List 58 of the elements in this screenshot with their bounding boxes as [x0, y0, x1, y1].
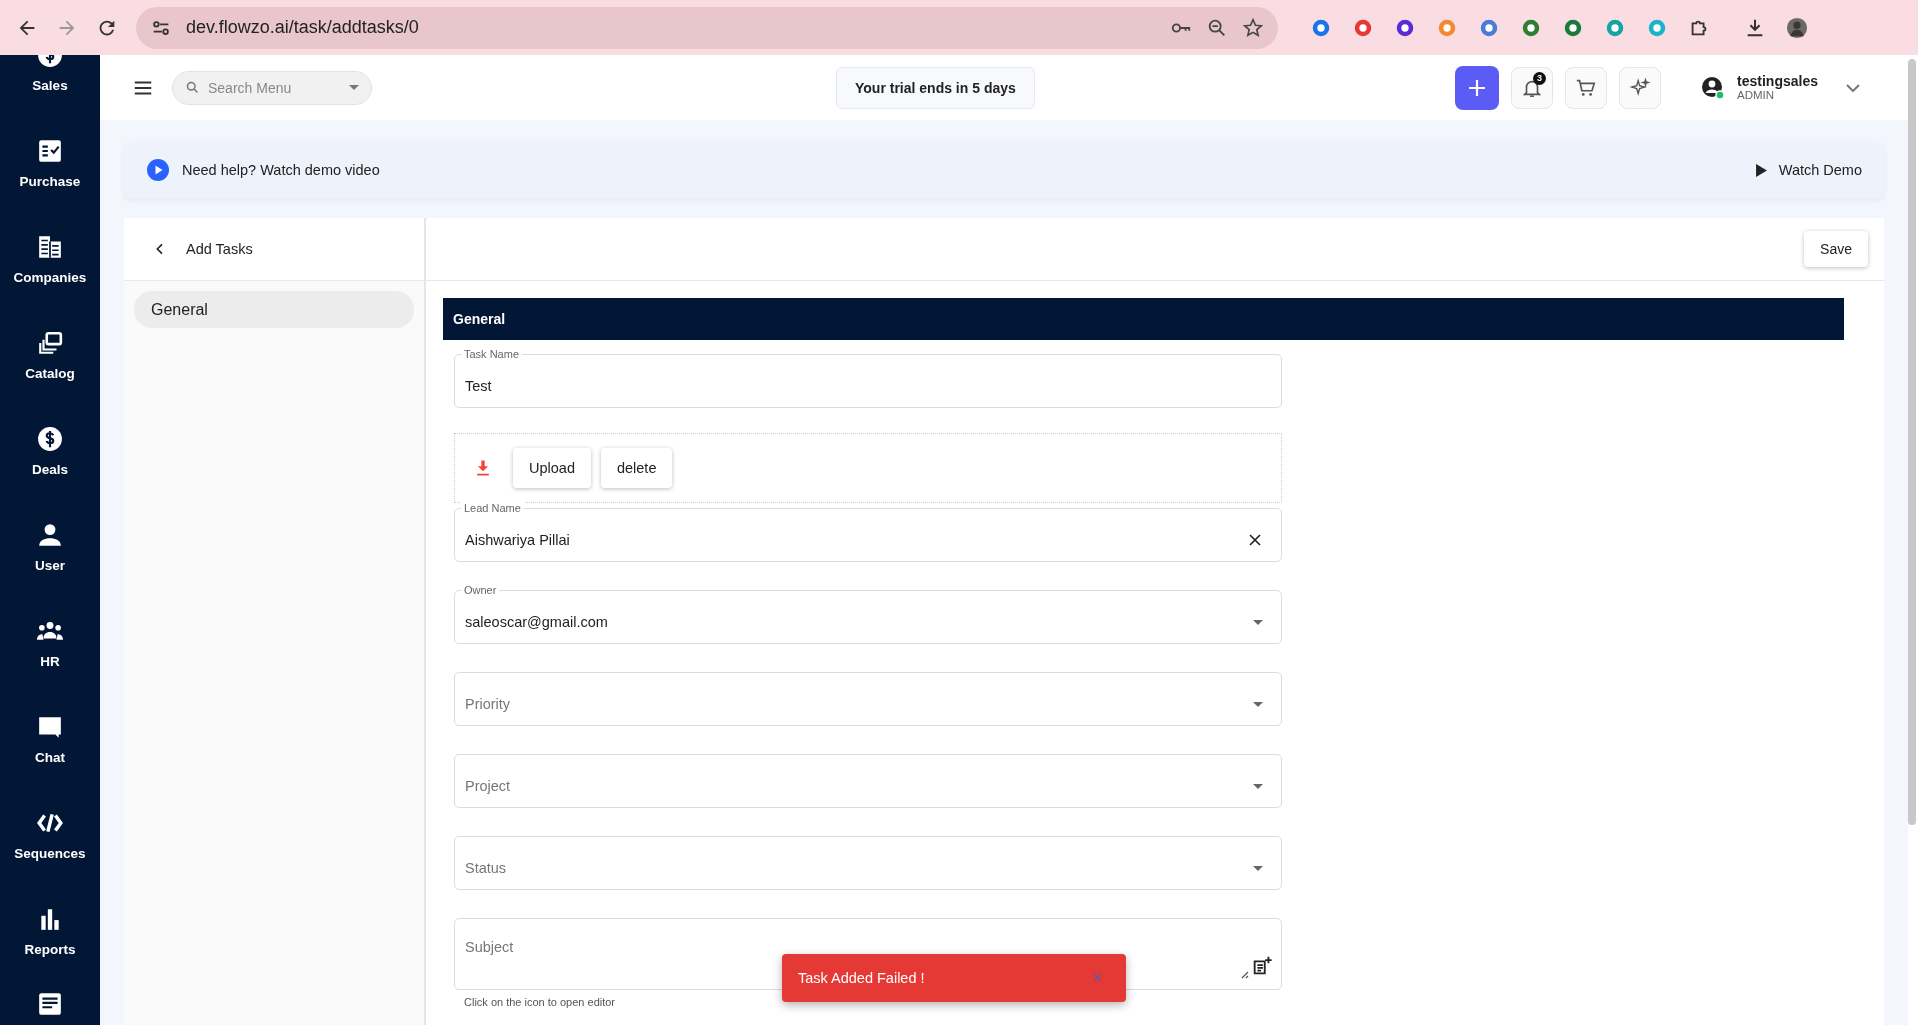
sidebar-item[interactable]: Purchase: [19, 115, 81, 211]
user-name: testingsales: [1737, 74, 1818, 89]
account-icon: [1701, 75, 1726, 100]
sidebar-item[interactable]: Catalog: [25, 307, 75, 403]
document-icon[interactable]: [37, 991, 63, 1017]
select-field[interactable]: Priority: [454, 672, 1282, 726]
save-button[interactable]: Save: [1804, 231, 1868, 267]
back-link[interactable]: Add Tasks: [152, 241, 253, 257]
cart-button[interactable]: [1565, 66, 1608, 109]
windows-icon: [37, 329, 63, 356]
notifications-button[interactable]: 3: [1511, 66, 1554, 109]
profile-avatar-icon[interactable]: [1786, 16, 1808, 39]
field-label: Task Name: [461, 348, 523, 360]
sidebar-item[interactable]: Reports: [24, 883, 76, 979]
person-icon: [37, 521, 63, 548]
sidebar-item[interactable]: User: [35, 499, 65, 595]
help-text: Need help? Watch demo video: [182, 162, 380, 178]
address-bar[interactable]: dev.flowzo.ai/task/addtasks/0: [136, 6, 1278, 49]
toast-message: Task Added Failed !: [798, 970, 926, 986]
watch-demo-button[interactable]: Watch Demo: [1755, 162, 1862, 178]
play-icon: [1755, 163, 1767, 177]
dropdown-caret-icon: [349, 85, 359, 90]
user-menu[interactable]: testingsales ADMIN: [1701, 74, 1860, 101]
select-field[interactable]: Project: [454, 754, 1282, 808]
sidebar-item[interactable]: Deals: [32, 403, 68, 499]
sidebar-item[interactable]: Sales: [32, 55, 68, 115]
scrollbar[interactable]: [1908, 59, 1916, 825]
sidebar-item[interactable]: Companies: [13, 211, 87, 307]
notification-count: 3: [1533, 71, 1547, 85]
field-label: Lead Name: [461, 502, 524, 514]
play-circle-icon[interactable]: [146, 158, 170, 182]
dropdown-caret-icon: [1253, 701, 1263, 707]
star-icon[interactable]: [1242, 16, 1264, 39]
chevron-down-icon: [1846, 83, 1860, 92]
field-label: Owner: [461, 584, 500, 596]
checklist-icon: [37, 137, 63, 164]
resize-handle-icon[interactable]: [1239, 969, 1249, 979]
url-text: dev.flowzo.ai/task/addtasks/0: [186, 17, 420, 38]
select-field[interactable]: Status: [454, 836, 1282, 890]
dropdown-caret-icon: [1253, 783, 1263, 789]
user-role: ADMIN: [1737, 88, 1775, 101]
sidebar-item[interactable]: HR: [37, 595, 63, 691]
nav-item[interactable]: General: [134, 291, 414, 328]
sidebar-item[interactable]: Sequences: [14, 787, 86, 883]
note-add-icon[interactable]: [1251, 955, 1273, 977]
search-icon: [185, 80, 200, 95]
dropdown-caret-icon: [1253, 865, 1263, 871]
section-header: General: [443, 298, 1844, 340]
upload-area-button[interactable]: Upload: [513, 448, 591, 488]
dropdown-caret-icon: [1253, 619, 1263, 625]
trial-notice: Your trial ends in 5 days: [836, 67, 1035, 109]
upload-area-button[interactable]: delete: [600, 448, 673, 488]
sparkle-button[interactable]: [1619, 66, 1662, 109]
sidebar-item[interactable]: Chat: [35, 691, 65, 787]
helper-text: Click on the icon to open editor: [463, 996, 617, 1008]
building-icon: [37, 233, 63, 260]
dollar-icon: [37, 425, 63, 452]
add-button[interactable]: [1455, 65, 1500, 110]
